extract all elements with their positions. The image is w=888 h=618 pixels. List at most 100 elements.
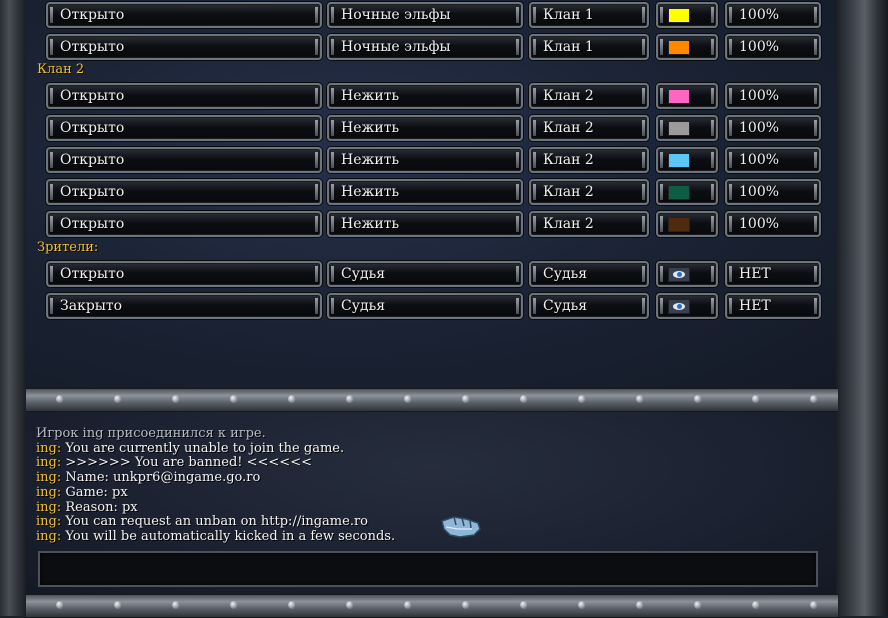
handicap-dropdown[interactable]: 100% [725, 211, 821, 237]
team-dropdown[interactable]: Клан 2 [529, 179, 649, 205]
race-dropdown-label: Ночные эльфы [341, 39, 451, 55]
team-dropdown[interactable]: Клан 1 [529, 34, 649, 60]
slot-status-dropdown-label: Открыто [60, 266, 125, 282]
team-dropdown-label: Судья [543, 266, 588, 282]
chat-sender: ing: [36, 455, 62, 471]
chat-sender: ing: [36, 528, 62, 544]
handicap-dropdown[interactable]: НЕТ [725, 261, 821, 287]
player-slot-row: Открыто Ночные эльфы Клан 1 100% [0, 34, 830, 64]
handicap-dropdown[interactable]: 100% [725, 115, 821, 141]
rivet-icon [404, 395, 412, 403]
slot-status-dropdown-label: Открыто [60, 39, 125, 55]
race-dropdown[interactable]: Нежить [327, 211, 523, 237]
color-dropdown[interactable] [656, 261, 718, 287]
color-dropdown[interactable] [656, 211, 718, 237]
team-dropdown[interactable]: Клан 2 [529, 147, 649, 173]
team-dropdown[interactable]: Клан 1 [529, 2, 649, 28]
chat-message: ing: >>>>>> You are banned! <<<<<< [36, 455, 312, 470]
color-dropdown[interactable] [656, 147, 718, 173]
color-swatch [668, 217, 690, 232]
chat-text: You are currently unable to join the gam… [61, 440, 345, 456]
color-dropdown[interactable] [656, 2, 718, 28]
player-slot-row: Открыто Нежить Клан 2 100% [0, 211, 830, 241]
observer-eye-icon [668, 299, 690, 314]
player-slot-row: Открыто Нежить Клан 2 100% [0, 115, 830, 145]
chat-input[interactable] [38, 551, 818, 587]
slot-status-dropdown[interactable]: Открыто [46, 83, 322, 109]
rivet-icon [694, 601, 702, 609]
race-dropdown[interactable]: Ночные эльфы [327, 2, 523, 28]
slot-status-dropdown[interactable]: Закрыто [46, 293, 322, 319]
handicap-dropdown[interactable]: НЕТ [725, 293, 821, 319]
race-dropdown[interactable]: Судья [327, 293, 523, 319]
race-dropdown[interactable]: Нежить [327, 115, 523, 141]
race-dropdown[interactable]: Нежить [327, 83, 523, 109]
handicap-dropdown-label: 100% [739, 184, 780, 200]
race-dropdown[interactable]: Ночные эльфы [327, 34, 523, 60]
handicap-dropdown[interactable]: 100% [725, 179, 821, 205]
handicap-dropdown-label: НЕТ [739, 298, 771, 314]
race-dropdown-label: Судья [341, 298, 386, 314]
chat-sender: ing: [36, 470, 62, 486]
slot-status-dropdown[interactable]: Открыто [46, 261, 322, 287]
handicap-dropdown[interactable]: 100% [725, 147, 821, 173]
chat-message: ing: Reason: px [36, 500, 138, 515]
rivet-icon [752, 395, 760, 403]
rivet-icon [230, 395, 238, 403]
race-dropdown[interactable]: Нежить [327, 147, 523, 173]
observer-eye-icon [668, 267, 690, 282]
color-dropdown[interactable] [656, 115, 718, 141]
color-dropdown[interactable] [656, 83, 718, 109]
slot-status-dropdown[interactable]: Открыто [46, 34, 322, 60]
team-dropdown[interactable]: Клан 2 [529, 83, 649, 109]
observers-label: Зрители: [37, 240, 99, 255]
frame-right [836, 0, 888, 616]
rivet-icon [810, 601, 818, 609]
team-dropdown[interactable]: Судья [529, 293, 649, 319]
color-dropdown[interactable] [656, 34, 718, 60]
team-dropdown[interactable]: Клан 2 [529, 115, 649, 141]
chat-sender: ing: [36, 514, 62, 530]
handicap-dropdown[interactable]: 100% [725, 2, 821, 28]
player-slot-row: Открыто Нежить Клан 2 100% [0, 83, 830, 113]
handicap-dropdown-label: 100% [739, 120, 780, 136]
handicap-dropdown-label: 100% [739, 88, 780, 104]
rivet-icon [114, 395, 122, 403]
handicap-dropdown[interactable]: 100% [725, 34, 821, 60]
rivet-icon [288, 601, 296, 609]
chat-sender: ing: [36, 499, 62, 515]
rivet-icon [172, 395, 180, 403]
team-dropdown-label: Судья [543, 298, 588, 314]
race-dropdown-label: Ночные эльфы [341, 7, 451, 23]
race-dropdown[interactable]: Судья [327, 261, 523, 287]
slot-status-dropdown[interactable]: Открыто [46, 2, 322, 28]
chat-text: Reason: px [61, 499, 138, 515]
frame-bottom [26, 594, 838, 618]
race-dropdown-label: Нежить [341, 184, 400, 200]
team-dropdown-label: Клан 2 [543, 88, 594, 104]
slot-status-dropdown[interactable]: Открыто [46, 211, 322, 237]
team-dropdown-label: Клан 1 [543, 39, 594, 55]
chat-sender: ing: [36, 440, 62, 456]
rivet-icon [810, 395, 818, 403]
rivet-icon [288, 395, 296, 403]
race-dropdown[interactable]: Нежить [327, 179, 523, 205]
handicap-dropdown[interactable]: 100% [725, 83, 821, 109]
slot-status-dropdown-label: Закрыто [60, 298, 123, 314]
slot-status-dropdown[interactable]: Открыто [46, 147, 322, 173]
rivet-icon [694, 395, 702, 403]
chat-message: ing: You will be automatically kicked in… [36, 529, 395, 544]
handicap-dropdown-label: НЕТ [739, 266, 771, 282]
team-dropdown[interactable]: Клан 2 [529, 211, 649, 237]
team-dropdown-label: Клан 1 [543, 7, 594, 23]
team-dropdown[interactable]: Судья [529, 261, 649, 287]
color-dropdown[interactable] [656, 179, 718, 205]
rivet-icon [172, 601, 180, 609]
chat-message: ing: Game: px [36, 485, 128, 500]
slot-status-dropdown[interactable]: Открыто [46, 115, 322, 141]
color-dropdown[interactable] [656, 293, 718, 319]
player-slot-row: Закрыто Судья Судья НЕТ [0, 293, 830, 323]
color-swatch [668, 185, 690, 200]
rivet-icon [230, 601, 238, 609]
slot-status-dropdown[interactable]: Открыто [46, 179, 322, 205]
